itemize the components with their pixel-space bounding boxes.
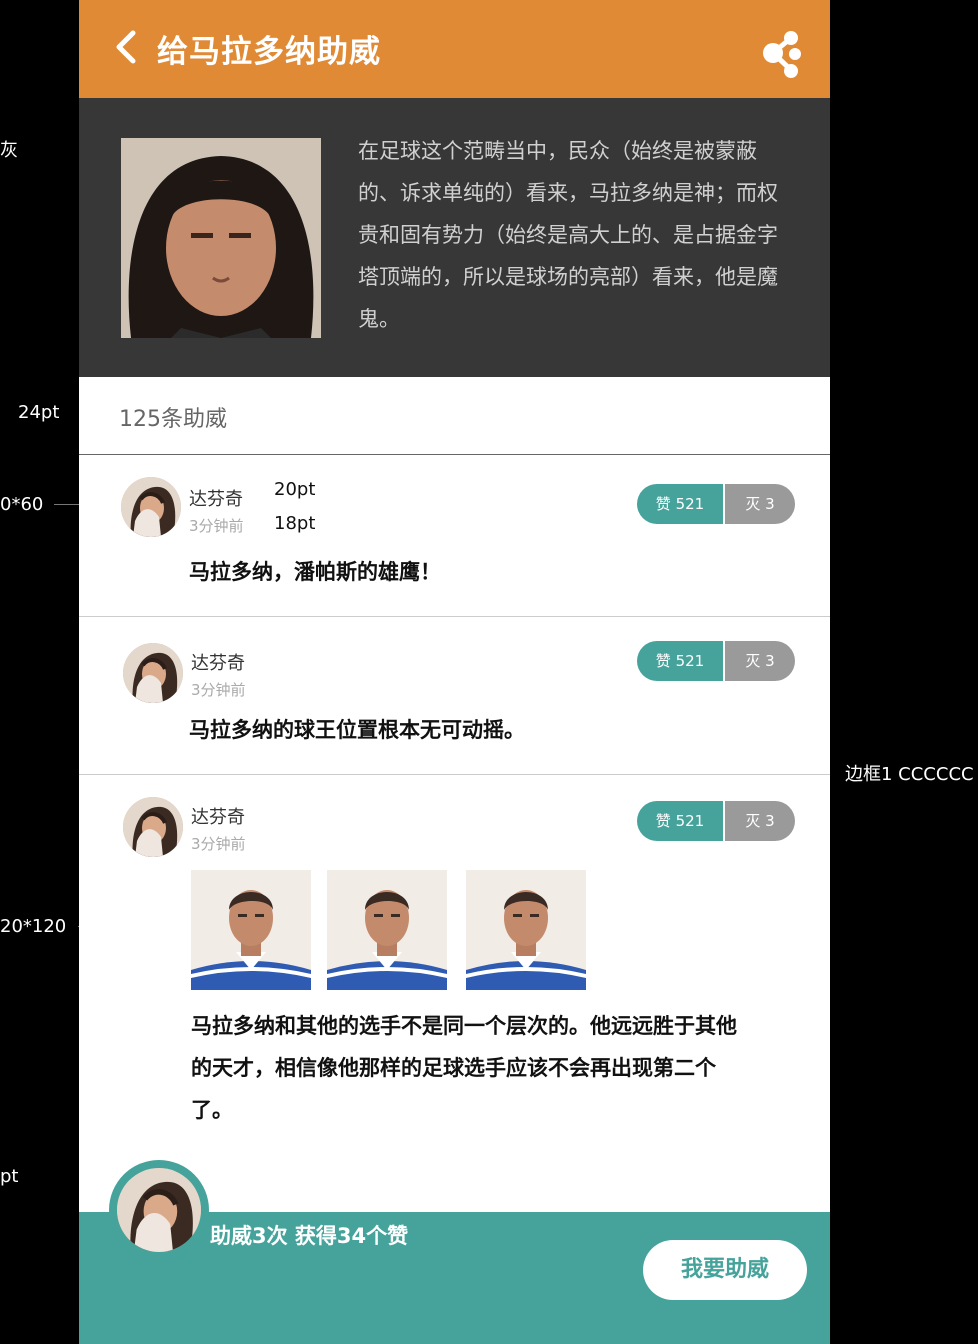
comment-text: 马拉多纳的球王位置根本无可动摇。	[189, 718, 525, 742]
user-name: 达芬奇	[189, 489, 243, 510]
header-bar: 给马拉多纳助威	[79, 0, 830, 98]
page-title: 给马拉多纳助威	[157, 34, 381, 70]
user-avatar[interactable]	[123, 643, 183, 703]
note-gray: 灰	[0, 140, 18, 161]
comment-time: 3分钟前	[189, 517, 244, 535]
vote-buttons: 赞 521 灭 3	[637, 484, 795, 524]
dislike-button[interactable]: 灭 3	[725, 641, 795, 681]
comment-text: 马拉多纳和其他的选手不是同一个层次的。他远远胜于其他的天才，相信像他那样的足球选…	[191, 1014, 737, 1122]
back-arrow-icon[interactable]	[111, 30, 141, 64]
dislike-button[interactable]: 灭 3	[725, 484, 795, 524]
like-button[interactable]: 赞 521	[637, 801, 725, 841]
share-icon[interactable]	[761, 30, 805, 80]
vote-buttons: 赞 521 灭 3	[637, 641, 795, 681]
user-name: 达芬奇	[191, 653, 245, 674]
intro-section: 在足球这个范畴当中，民众（始终是被蒙蔽的、诉求单纯的）看来，马拉多纳是神；而权贵…	[79, 98, 830, 377]
phone-screen: 给马拉多纳助威 在足球这个范畴当中，民众（始终是被蒙蔽的、诉求单纯的）看来，马拉…	[79, 0, 830, 1344]
cheer-count-label: 125条助威	[119, 407, 227, 432]
user-avatar[interactable]	[121, 477, 181, 537]
cheer-button[interactable]: 我要助威	[643, 1240, 807, 1300]
note-avatar-size: 0*60	[0, 494, 44, 515]
comment-item: 达芬奇 3分钟前 赞 521 灭 3 马拉多纳的球王位置根本无可动摇。	[79, 617, 830, 775]
cheer-count-bar: 125条助威	[79, 377, 830, 455]
comment-text: 马拉多纳，潘帕斯的雄鹰！	[189, 560, 441, 584]
note-24pt: 24pt	[18, 402, 60, 423]
like-button[interactable]: 赞 521	[637, 484, 725, 524]
comment-time: 3分钟前	[191, 835, 246, 853]
comment-item: 达芬奇 3分钟前 赞 521 灭 3 马拉多纳和其他的选手不是同一个层次的。他远…	[79, 775, 830, 1212]
user-avatar[interactable]	[123, 797, 183, 857]
comment-image[interactable]	[466, 870, 586, 990]
intro-text: 在足球这个范畴当中，民众（始终是被蒙蔽的、诉求单纯的）看来，马拉多纳是神；而权贵…	[358, 139, 778, 331]
note-thumb-size: 20*120	[0, 916, 67, 937]
comment-image[interactable]	[327, 870, 447, 990]
time-size-annotation: 18pt	[274, 513, 316, 534]
note-pt: pt	[0, 1166, 19, 1187]
user-name: 达芬奇	[191, 807, 245, 828]
comment-time: 3分钟前	[191, 681, 246, 699]
my-stats: 助威3次 获得34个赞	[210, 1224, 409, 1248]
like-button[interactable]: 赞 521	[637, 641, 725, 681]
dislike-button[interactable]: 灭 3	[725, 801, 795, 841]
vote-buttons: 赞 521 灭 3	[637, 801, 795, 841]
comment-item: 达芬奇 3分钟前 20pt 18pt 赞 521 灭 3 马拉多纳，潘帕斯的雄鹰…	[79, 455, 830, 617]
maradona-portrait	[121, 138, 321, 338]
name-size-annotation: 20pt	[274, 479, 316, 500]
my-avatar[interactable]	[109, 1160, 209, 1260]
comment-image[interactable]	[191, 870, 311, 990]
note-border: 边框1 CCCCCC	[845, 764, 974, 785]
